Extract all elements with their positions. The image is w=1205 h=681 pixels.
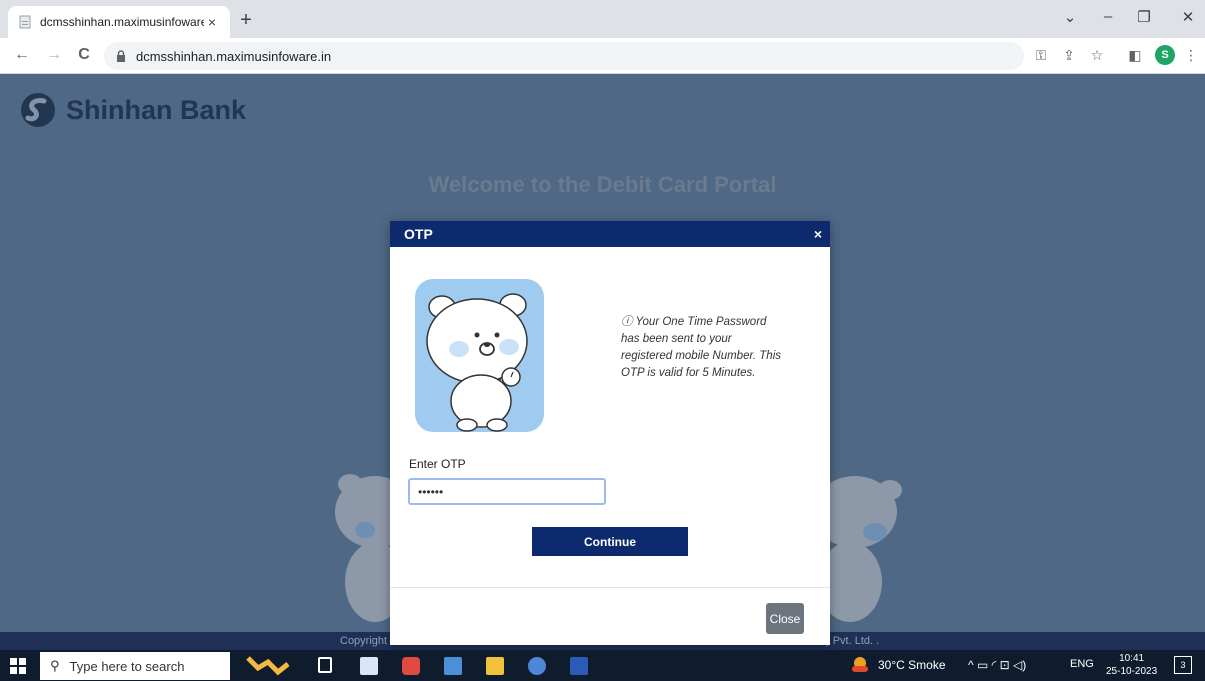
notification-icon[interactable]: 3 [1174,656,1192,674]
minimize-button[interactable]: – [1098,8,1118,25]
otp-input[interactable] [408,478,606,505]
windows-start-icon[interactable] [10,658,26,674]
profile-avatar[interactable]: S [1155,45,1175,65]
windows-taskbar: ⚲ Type here to search 30°C Smoke ^ ▭ ◜ ⊡… [0,650,1205,681]
modal-divider [390,587,830,588]
modal-header: OTP × [390,221,830,247]
taskbar-search-box[interactable]: ⚲ Type here to search [40,652,230,680]
forward-button[interactable]: → [44,46,64,64]
key-icon[interactable]: ⚿ [1032,47,1050,64]
bank-logo: Shinhan Bank [20,92,246,128]
word-icon[interactable] [570,657,588,675]
otp-info-message: ⓘ Your One Time Password has been sent t… [621,314,781,382]
weather-icon[interactable] [850,656,870,674]
welcome-heading: Welcome to the Debit Card Portal [428,172,777,197]
file-explorer-icon[interactable] [486,657,504,675]
browser-tabstrip: dcmsshinhan.maximusinfoware. × + ⌄ – ❐ ✕ [0,0,1205,38]
tab-search-icon[interactable]: ⌄ [1060,8,1080,26]
back-button[interactable]: ← [12,46,32,64]
reload-button[interactable]: C [74,46,94,64]
search-highlight-icon[interactable] [244,654,294,678]
chrome-icon[interactable] [528,657,546,675]
tab-close-icon[interactable]: × [204,14,220,30]
close-button[interactable]: Close [766,603,804,634]
page-icon [19,15,31,29]
bookmark-star-icon[interactable]: ☆ [1088,47,1106,64]
shinhan-logo-icon [21,93,55,127]
window-close-button[interactable]: ✕ [1178,8,1198,26]
continue-button[interactable]: Continue [532,527,688,556]
restore-button[interactable]: ❐ [1134,8,1154,26]
modal-close-icon[interactable]: × [814,226,822,242]
weather-text[interactable]: 30°C Smoke [878,658,946,672]
lock-icon [117,50,125,62]
background-bear-right [820,476,902,622]
task-view-icon[interactable] [318,657,332,673]
brand-name: Shinhan Bank [66,94,247,125]
footer-company: ) Pvt. Ltd. . [826,635,880,647]
menu-icon[interactable]: ⋮ [1182,47,1200,64]
browser-toolbar: ← → C dcmsshinhan.maximusinfoware.in ⚿ ⇪… [0,38,1205,74]
footer-copyright: Copyright [340,635,388,647]
info-icon: ⓘ [621,316,633,328]
browser-tab[interactable]: dcmsshinhan.maximusinfoware. × [8,6,230,38]
new-tab-button[interactable]: + [236,10,256,30]
side-panel-icon[interactable]: ◧ [1126,47,1144,64]
network-app-icon[interactable] [444,657,462,675]
bear-stopwatch-image [426,293,528,432]
search-icon: ⚲ [50,658,60,673]
security-app-icon[interactable] [402,657,420,675]
taskbar-clock[interactable]: 10:41 25-10-2023 [1106,652,1157,678]
modal-title: OTP [404,226,433,242]
clock-date: 25-10-2023 [1106,666,1158,677]
system-tray-icons[interactable]: ^ ▭ ◜ ⊡ ◁) [968,658,1026,672]
otp-info-text: Your One Time Password has been sent to … [621,316,781,379]
otp-modal: OTP × ⓘ Your One Time Password has been … [390,221,830,645]
bear-illustration [415,279,544,432]
clock-time: 10:41 [1119,653,1145,664]
language-indicator[interactable]: ENG [1070,658,1094,670]
calculator-app-icon[interactable] [360,657,378,675]
share-icon[interactable]: ⇪ [1060,47,1078,64]
tab-title: dcmsshinhan.maximusinfoware. [40,15,204,29]
url-text: dcmsshinhan.maximusinfoware.in [136,48,332,64]
otp-label: Enter OTP [409,457,466,471]
address-bar[interactable]: dcmsshinhan.maximusinfoware.in [104,42,1024,70]
search-placeholder: Type here to search [69,658,185,674]
